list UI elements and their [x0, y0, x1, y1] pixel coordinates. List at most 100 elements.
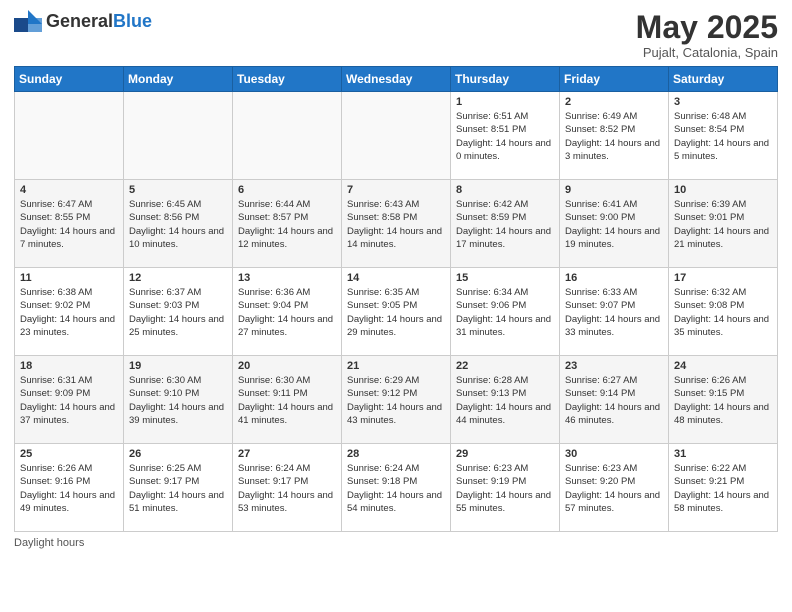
calendar-cell: 25 Sunrise: 6:26 AM Sunset: 9:16 PM Dayli…: [15, 444, 124, 532]
calendar-cell: 16 Sunrise: 6:33 AM Sunset: 9:07 PM Dayli…: [560, 268, 669, 356]
day-info: Sunrise: 6:23 AM Sunset: 9:20 PM Dayligh…: [565, 462, 663, 515]
day-number: 27: [238, 448, 336, 460]
calendar-cell: [342, 92, 451, 180]
calendar-cell: 19Sunrise: 6:30 AM Sunset: 9:10 PM Dayli…: [124, 356, 233, 444]
calendar-cell: 13Sunrise: 6:36 AM Sunset: 9:04 PM Dayli…: [233, 268, 342, 356]
calendar-cell: 24 Sunrise: 6:26 AM Sunset: 9:15 PM Dayli…: [669, 356, 778, 444]
day-info: Sunrise: 6:24 AM Sunset: 9:18 PM Dayligh…: [347, 462, 445, 515]
calendar-cell: 6 Sunrise: 6:44 AM Sunset: 8:57 PM Daylig…: [233, 180, 342, 268]
calendar-cell: [124, 92, 233, 180]
month-title: May 2025: [636, 10, 778, 45]
location: Pujalt, Catalonia, Spain: [636, 45, 778, 60]
calendar-cell: 4Sunrise: 6:47 AM Sunset: 8:55 PM Daylig…: [15, 180, 124, 268]
day-info: Sunrise: 6:36 AM Sunset: 9:04 PM Dayligh…: [238, 286, 336, 339]
day-info: Sunrise: 6:49 AM Sunset: 8:52 PM Dayligh…: [565, 110, 663, 163]
day-info: Sunrise: 6:23 AM Sunset: 9:19 PM Dayligh…: [456, 462, 554, 515]
day-info: Sunrise: 6:33 AM Sunset: 9:07 PM Dayligh…: [565, 286, 663, 339]
day-number: 8: [456, 184, 554, 196]
calendar-cell: 12 Sunrise: 6:37 AM Sunset: 9:03 PM Dayli…: [124, 268, 233, 356]
calendar-week-1: 1Sunrise: 6:51 AM Sunset: 8:51 PM Daylig…: [15, 92, 778, 180]
day-info: Sunrise: 6:34 AM Sunset: 9:06 PM Dayligh…: [456, 286, 554, 339]
day-number: 15: [456, 272, 554, 284]
day-number: 26: [129, 448, 227, 460]
day-number: 17: [674, 272, 772, 284]
calendar-week-4: 18 Sunrise: 6:31 AM Sunset: 9:09 PM Dayli…: [15, 356, 778, 444]
day-info: Sunrise: 6:28 AM Sunset: 9:13 PM Dayligh…: [456, 374, 554, 427]
day-info: Sunrise: 6:39 AM Sunset: 9:01 PM Dayligh…: [674, 198, 772, 251]
calendar-cell: 9Sunrise: 6:41 AM Sunset: 9:00 PM Daylig…: [560, 180, 669, 268]
calendar-cell: 23 Sunrise: 6:27 AM Sunset: 9:14 PM Dayli…: [560, 356, 669, 444]
calendar-cell: 10 Sunrise: 6:39 AM Sunset: 9:01 PM Dayli…: [669, 180, 778, 268]
logo-general: General: [46, 11, 113, 31]
calendar-header: Sunday Monday Tuesday Wednesday Thursday…: [15, 67, 778, 92]
logo-text: GeneralBlue: [46, 11, 152, 32]
day-info: Sunrise: 6:38 AM Sunset: 9:02 PM Dayligh…: [20, 286, 118, 339]
calendar-cell: 31 Sunrise: 6:22 AM Sunset: 9:21 PM Dayli…: [669, 444, 778, 532]
day-number: 6: [238, 184, 336, 196]
col-wednesday: Wednesday: [342, 67, 451, 92]
calendar-cell: 5 Sunrise: 6:45 AM Sunset: 8:56 PM Daylig…: [124, 180, 233, 268]
calendar-cell: [233, 92, 342, 180]
day-info: Sunrise: 6:26 AM Sunset: 9:15 PM Dayligh…: [674, 374, 772, 427]
calendar-cell: [15, 92, 124, 180]
day-number: 9: [565, 184, 663, 196]
col-tuesday: Tuesday: [233, 67, 342, 92]
calendar-cell: 1Sunrise: 6:51 AM Sunset: 8:51 PM Daylig…: [451, 92, 560, 180]
day-number: 4: [20, 184, 118, 196]
day-info: Sunrise: 6:30 AM Sunset: 9:10 PM Dayligh…: [129, 374, 227, 427]
day-info: Sunrise: 6:44 AM Sunset: 8:57 PM Dayligh…: [238, 198, 336, 251]
day-info: Sunrise: 6:30 AM Sunset: 9:11 PM Dayligh…: [238, 374, 336, 427]
day-number: 20: [238, 360, 336, 372]
day-number: 21: [347, 360, 445, 372]
calendar-cell: 30 Sunrise: 6:23 AM Sunset: 9:20 PM Dayli…: [560, 444, 669, 532]
day-number: 30: [565, 448, 663, 460]
calendar-cell: 14 Sunrise: 6:35 AM Sunset: 9:05 PM Dayli…: [342, 268, 451, 356]
day-number: 16: [565, 272, 663, 284]
day-info: Sunrise: 6:29 AM Sunset: 9:12 PM Dayligh…: [347, 374, 445, 427]
footer-text: Daylight hours: [14, 537, 84, 549]
day-number: 10: [674, 184, 772, 196]
day-info: Sunrise: 6:27 AM Sunset: 9:14 PM Dayligh…: [565, 374, 663, 427]
day-info: Sunrise: 6:32 AM Sunset: 9:08 PM Dayligh…: [674, 286, 772, 339]
calendar-cell: 20 Sunrise: 6:30 AM Sunset: 9:11 PM Dayli…: [233, 356, 342, 444]
col-thursday: Thursday: [451, 67, 560, 92]
calendar-cell: 28Sunrise: 6:24 AM Sunset: 9:18 PM Dayli…: [342, 444, 451, 532]
title-block: May 2025 Pujalt, Catalonia, Spain: [636, 10, 778, 60]
day-info: Sunrise: 6:42 AM Sunset: 8:59 PM Dayligh…: [456, 198, 554, 251]
footer-note: Daylight hours: [14, 537, 778, 549]
calendar-cell: 21 Sunrise: 6:29 AM Sunset: 9:12 PM Dayli…: [342, 356, 451, 444]
day-number: 7: [347, 184, 445, 196]
calendar-week-3: 11 Sunrise: 6:38 AM Sunset: 9:02 PM Dayli…: [15, 268, 778, 356]
calendar-week-5: 25 Sunrise: 6:26 AM Sunset: 9:16 PM Dayli…: [15, 444, 778, 532]
day-info: Sunrise: 6:25 AM Sunset: 9:17 PM Dayligh…: [129, 462, 227, 515]
calendar-cell: 29Sunrise: 6:23 AM Sunset: 9:19 PM Dayli…: [451, 444, 560, 532]
day-info: Sunrise: 6:35 AM Sunset: 9:05 PM Dayligh…: [347, 286, 445, 339]
calendar-week-2: 4Sunrise: 6:47 AM Sunset: 8:55 PM Daylig…: [15, 180, 778, 268]
day-info: Sunrise: 6:22 AM Sunset: 9:21 PM Dayligh…: [674, 462, 772, 515]
day-info: Sunrise: 6:31 AM Sunset: 9:09 PM Dayligh…: [20, 374, 118, 427]
col-friday: Friday: [560, 67, 669, 92]
day-info: Sunrise: 6:26 AM Sunset: 9:16 PM Dayligh…: [20, 462, 118, 515]
calendar-table: Sunday Monday Tuesday Wednesday Thursday…: [14, 66, 778, 532]
day-number: 31: [674, 448, 772, 460]
col-saturday: Saturday: [669, 67, 778, 92]
day-number: 5: [129, 184, 227, 196]
calendar-cell: 26 Sunrise: 6:25 AM Sunset: 9:17 PM Dayli…: [124, 444, 233, 532]
day-number: 18: [20, 360, 118, 372]
day-number: 12: [129, 272, 227, 284]
day-number: 25: [20, 448, 118, 460]
calendar-body: 1Sunrise: 6:51 AM Sunset: 8:51 PM Daylig…: [15, 92, 778, 532]
day-number: 11: [20, 272, 118, 284]
calendar-cell: 17 Sunrise: 6:32 AM Sunset: 9:08 PM Dayli…: [669, 268, 778, 356]
day-info: Sunrise: 6:45 AM Sunset: 8:56 PM Dayligh…: [129, 198, 227, 251]
day-info: Sunrise: 6:24 AM Sunset: 9:17 PM Dayligh…: [238, 462, 336, 515]
calendar-cell: 3Sunrise: 6:48 AM Sunset: 8:54 PM Daylig…: [669, 92, 778, 180]
page: GeneralBlue May 2025 Pujalt, Catalonia, …: [0, 0, 792, 612]
col-monday: Monday: [124, 67, 233, 92]
day-number: 14: [347, 272, 445, 284]
day-number: 24: [674, 360, 772, 372]
logo: GeneralBlue: [14, 10, 152, 32]
day-number: 23: [565, 360, 663, 372]
day-info: Sunrise: 6:51 AM Sunset: 8:51 PM Dayligh…: [456, 110, 554, 163]
day-info: Sunrise: 6:37 AM Sunset: 9:03 PM Dayligh…: [129, 286, 227, 339]
